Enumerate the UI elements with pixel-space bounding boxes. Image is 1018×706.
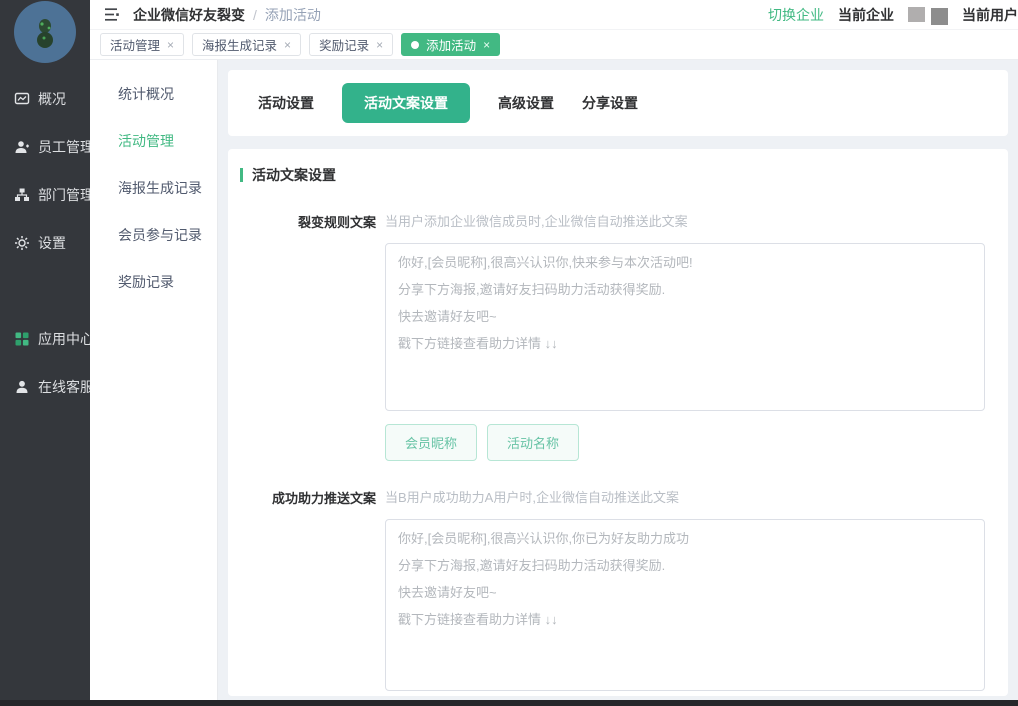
primary-sidebar: 概况 员工管理 部门管理 设置 应用中心 在线客服	[0, 0, 90, 706]
company-logo-icon-2	[931, 8, 948, 25]
menu-spacer	[0, 267, 90, 315]
form-row-fission-rule: 裂变规则文案 当用户添加企业微信成员时,企业微信自动推送此文案 你好,[会员昵称…	[228, 211, 1008, 461]
subnav-item-stats-overview[interactable]: 统计概况	[90, 70, 217, 117]
sidebar-item-label: 设置	[38, 233, 66, 253]
field-label: 成功助力推送文案	[228, 487, 385, 696]
field-content: 当B用户成功助力A用户时,企业微信自动推送此文案 你好,[会员昵称],很高兴认识…	[385, 487, 1008, 696]
settings-icon	[14, 235, 30, 251]
tab-chip-activity-management[interactable]: 活动管理 ×	[100, 33, 184, 56]
settings-tabs-card: 活动设置 活动文案设置 高级设置 分享设置	[228, 70, 1008, 136]
sidebar-item-label: 在线客服	[38, 377, 94, 397]
insert-tag-row: 会员昵称 活动名称	[385, 424, 985, 461]
breadcrumb: 企业微信好友裂变 / 添加活动	[133, 5, 321, 25]
overview-icon	[14, 91, 30, 107]
avatar[interactable]	[14, 1, 76, 63]
current-user-label: 当前用户	[962, 5, 1018, 25]
open-tabs-bar: 活动管理 × 海报生成记录 × 奖励记录 × 添加活动 ×	[90, 30, 1018, 60]
sidebar-item-overview[interactable]: 概况	[0, 75, 90, 123]
switch-company-link[interactable]: 切换企业	[768, 5, 824, 25]
tab-chip-label: 添加活动	[426, 35, 476, 54]
top-header: 企业微信好友裂变 / 添加活动 切换企业 当前企业 当前用户	[90, 0, 1018, 30]
employee-icon	[14, 139, 30, 155]
field-content: 当用户添加企业微信成员时,企业微信自动推送此文案 你好,[会员昵称],很高兴认识…	[385, 211, 1008, 461]
assist-success-copy-textarea[interactable]: 你好,[会员昵称],很高兴认识你,你已为好友助力成功 分享下方海报,邀请好友扫码…	[385, 519, 985, 691]
section-accent-bar	[240, 168, 243, 182]
close-icon[interactable]: ×	[284, 38, 291, 52]
field-hint: 当用户添加企业微信成员时,企业微信自动推送此文案	[385, 211, 985, 230]
active-dot-icon	[411, 41, 419, 49]
company-logo-icon	[908, 7, 925, 22]
insert-member-nickname-button[interactable]: 会员昵称	[385, 424, 477, 461]
copy-settings-card: 活动文案设置 裂变规则文案 当用户添加企业微信成员时,企业微信自动推送此文案 你…	[228, 149, 1008, 696]
avatar-figure-icon	[30, 16, 60, 48]
tab-share-settings[interactable]: 分享设置	[582, 83, 638, 123]
subnav-label: 海报生成记录	[118, 178, 202, 198]
header-actions: 切换企业 当前企业 当前用户	[768, 5, 1018, 25]
subnav-label: 会员参与记录	[118, 225, 202, 245]
tab-chip-reward-records[interactable]: 奖励记录 ×	[309, 33, 393, 56]
tab-chip-label: 海报生成记录	[202, 35, 277, 54]
section-header: 活动文案设置	[228, 165, 1008, 185]
subnav-item-reward-records[interactable]: 奖励记录	[90, 258, 217, 305]
tab-chip-add-activity[interactable]: 添加活动 ×	[401, 33, 500, 56]
breadcrumb-current: 添加活动	[265, 5, 321, 25]
secondary-sidebar: 统计概况 活动管理 海报生成记录 会员参与记录 奖励记录	[90, 60, 218, 706]
tab-chip-label: 奖励记录	[319, 35, 369, 54]
sidebar-item-label: 员工管理	[38, 137, 94, 157]
sidebar-item-label: 概况	[38, 89, 66, 109]
content-row: 统计概况 活动管理 海报生成记录 会员参与记录 奖励记录 活动设置 活动文案设置…	[90, 60, 1018, 706]
sidebar-item-label: 部门管理	[38, 185, 94, 205]
sidebar-item-label: 应用中心	[38, 329, 94, 349]
breadcrumb-separator: /	[253, 7, 257, 23]
work-area: 活动设置 活动文案设置 高级设置 分享设置 活动文案设置 裂变规则文案 当用户添…	[218, 60, 1018, 706]
breadcrumb-root[interactable]: 企业微信好友裂变	[133, 5, 245, 25]
tab-activity-copy-settings[interactable]: 活动文案设置	[342, 83, 470, 123]
subnav-item-member-participation[interactable]: 会员参与记录	[90, 211, 217, 258]
app-center-icon	[14, 331, 30, 347]
subnav-item-poster-records[interactable]: 海报生成记录	[90, 164, 217, 211]
section-title: 活动文案设置	[252, 165, 336, 185]
department-icon	[14, 187, 30, 203]
current-company-label: 当前企业	[838, 5, 894, 25]
right-column: 企业微信好友裂变 / 添加活动 切换企业 当前企业 当前用户 活动管理 × 海报…	[90, 0, 1018, 706]
insert-activity-name-button[interactable]: 活动名称	[487, 424, 579, 461]
sidebar-item-settings[interactable]: 设置	[0, 219, 90, 267]
fission-rule-copy-textarea[interactable]: 你好,[会员昵称],很高兴认识你,快来参与本次活动吧! 分享下方海报,邀请好友扫…	[385, 243, 985, 411]
sidebar-item-departments[interactable]: 部门管理	[0, 171, 90, 219]
collapse-menu-icon[interactable]	[104, 7, 121, 22]
subnav-item-activity-management[interactable]: 活动管理	[90, 117, 217, 164]
field-label: 裂变规则文案	[228, 211, 385, 461]
tab-advanced-settings[interactable]: 高级设置	[498, 83, 554, 123]
close-icon[interactable]: ×	[167, 38, 174, 52]
close-icon[interactable]: ×	[376, 38, 383, 52]
tab-chip-label: 活动管理	[110, 35, 160, 54]
form-row-assist-success: 成功助力推送文案 当B用户成功助力A用户时,企业微信自动推送此文案 你好,[会员…	[228, 487, 1008, 696]
customer-service-icon	[14, 379, 30, 395]
primary-menu: 概况 员工管理 部门管理 设置 应用中心 在线客服	[0, 75, 90, 411]
close-icon[interactable]: ×	[483, 38, 490, 52]
sidebar-item-customer-service[interactable]: 在线客服	[0, 363, 90, 411]
bottom-strip	[0, 700, 1018, 706]
subnav-label: 统计概况	[118, 84, 174, 104]
tab-chip-poster-records[interactable]: 海报生成记录 ×	[192, 33, 301, 56]
app-window: 概况 员工管理 部门管理 设置 应用中心 在线客服	[0, 0, 1018, 706]
sidebar-item-app-center[interactable]: 应用中心	[0, 315, 90, 363]
field-hint: 当B用户成功助力A用户时,企业微信自动推送此文案	[385, 487, 985, 506]
sidebar-item-employees[interactable]: 员工管理	[0, 123, 90, 171]
tab-activity-settings[interactable]: 活动设置	[258, 83, 314, 123]
subnav-label: 活动管理	[118, 131, 174, 151]
subnav-label: 奖励记录	[118, 272, 174, 292]
